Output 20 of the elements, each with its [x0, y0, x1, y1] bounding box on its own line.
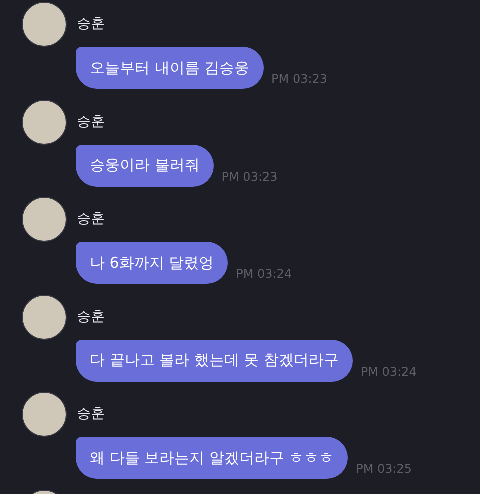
message-bubble: 다 끝나고 볼라 했는데 못 참겠더라구 — [76, 340, 353, 382]
message-bubble: 왜 다들 보라는지 알겠더라구 ㅎㅎㅎ — [76, 437, 348, 479]
message-time: PM 03:24 — [360, 364, 417, 380]
avatar-placeholder[interactable] — [22, 100, 67, 144]
sender-name: 승훈 — [77, 15, 105, 34]
avatar-placeholder[interactable] — [22, 2, 67, 47]
sender-name: 승훈 — [77, 210, 105, 229]
avatar-placeholder[interactable] — [22, 294, 67, 340]
avatar-placeholder[interactable] — [22, 197, 67, 242]
message-time: PM 03:25 — [356, 461, 412, 478]
message-bubble: 오늘부터 내이름 김승웅 — [76, 47, 264, 89]
message-time: PM 03:23 — [222, 168, 278, 186]
sender-name: 승훈 — [77, 112, 105, 132]
message-time: PM 03:24 — [236, 266, 292, 283]
avatar-placeholder[interactable] — [22, 392, 67, 437]
sender-name: 승훈 — [77, 308, 105, 326]
sender-name: 승훈 — [77, 405, 105, 424]
message-bubble: 나 6화까지 달렸엉 — [76, 242, 228, 284]
message-time: PM 03:23 — [272, 71, 328, 88]
message-bubble: 승웅이라 불러줘 — [76, 144, 214, 186]
